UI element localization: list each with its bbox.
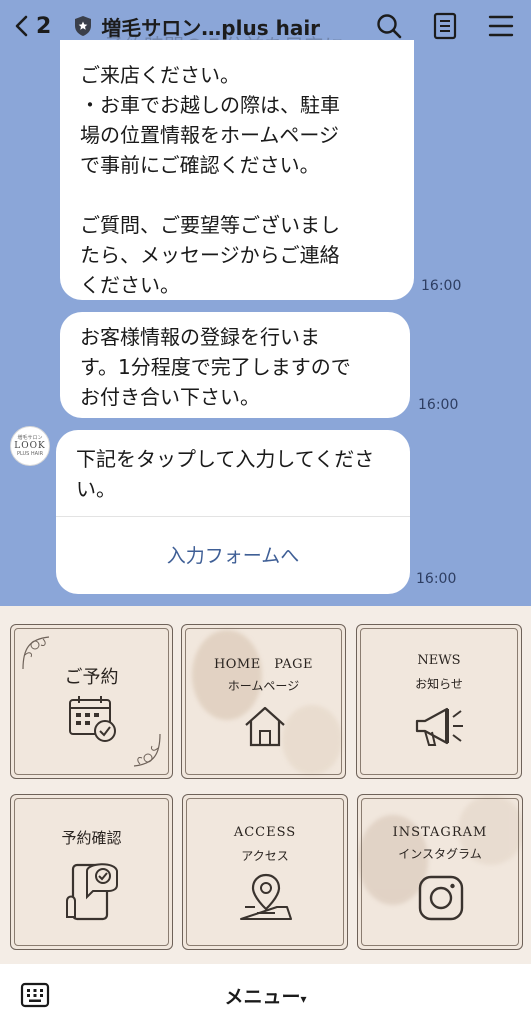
notes-button[interactable] xyxy=(427,8,463,44)
message-timestamp: 16:00 xyxy=(418,397,459,413)
message-timestamp: 16:00 xyxy=(421,278,462,294)
tile-title: ACCESS xyxy=(233,825,297,840)
reservation-tile[interactable]: ご予約 xyxy=(10,624,173,779)
message-line: たら、メッセージからご連絡 xyxy=(80,243,340,267)
megaphone-icon xyxy=(415,707,463,746)
tile-subtitle: アクセス xyxy=(241,849,289,863)
message-timestamp: 16:00 xyxy=(416,571,457,587)
tile-title: ご予約 xyxy=(64,667,119,688)
search-icon xyxy=(377,14,402,39)
message-line: い。 xyxy=(76,477,116,501)
instagram-tile[interactable]: INSTAGRAM インスタグラム xyxy=(357,794,523,950)
map-pin-icon xyxy=(240,873,292,920)
message-bubble[interactable]: お客様情報の登録を行いま す。1分程度で完了しますので お付き合い下さい。 xyxy=(60,312,410,418)
shield-icon xyxy=(75,16,92,36)
background-photo xyxy=(282,705,342,775)
notes-icon xyxy=(433,12,457,40)
input-form-link[interactable]: 入力フォームへ xyxy=(56,517,410,594)
message-line: ください。 xyxy=(80,273,180,297)
ornament-corner-icon xyxy=(133,733,161,767)
search-button[interactable] xyxy=(371,8,407,44)
caret-down-icon: ▾ xyxy=(300,992,307,1006)
avatar-brand-text: LOOK xyxy=(14,441,46,451)
tile-title: INSTAGRAM xyxy=(392,825,488,840)
menu-toggle-button[interactable]: メニュー▾ xyxy=(0,982,531,1009)
message-line: す。1分程度で完了しますので xyxy=(80,355,351,379)
tile-subtitle: お知らせ xyxy=(415,677,463,691)
smartphone-check-icon xyxy=(66,863,118,921)
message-line: ご質問、ご要望等ございまし xyxy=(80,213,340,237)
tile-title: NEWS xyxy=(417,653,461,668)
chevron-left-icon xyxy=(15,15,28,37)
tile-subtitle: ホームページ xyxy=(227,679,300,693)
reservation-check-tile[interactable]: 予約確認 xyxy=(10,794,173,950)
hamburger-icon xyxy=(488,15,514,37)
sender-avatar[interactable]: 増毛サロン LOOK PLUS HAIR xyxy=(10,426,50,466)
chat-header: 2 増毛サロン…plus hair xyxy=(0,0,531,52)
message-line: お付き合い下さい。 xyxy=(80,385,260,409)
tile-title: HOME PAGE xyxy=(213,657,314,672)
hamburger-menu-button[interactable] xyxy=(483,8,519,44)
message-line: お客様情報の登録を行いま xyxy=(80,325,320,349)
message-line: ・お車でお越しの際は、駐車 xyxy=(80,93,340,117)
bottom-bar: メニュー▾ xyxy=(0,964,531,1024)
chat-title-area[interactable]: 増毛サロン…plus hair xyxy=(73,12,320,41)
form-message-card: 下記をタップして入力してくださ い。 入力フォームへ xyxy=(56,430,410,594)
chat-area[interactable]: ・予約時間の５分前を目安に 2 増毛サロン…plus hair ご来店ください。… xyxy=(0,0,531,606)
back-button[interactable]: 2 xyxy=(12,14,51,39)
homepage-tile[interactable]: HOME PAGE ホームページ xyxy=(181,624,346,779)
avatar-sub-text: PLUS HAIR xyxy=(16,451,44,457)
calendar-check-icon xyxy=(69,696,116,742)
message-bubble[interactable]: ご来店ください。 ・お車でお越しの際は、駐車 場の位置情報をホームページ で事前… xyxy=(60,40,414,300)
menu-label: メニュー xyxy=(224,986,301,1008)
chat-title: 増毛サロン…plus hair xyxy=(101,15,321,40)
tile-title: 予約確認 xyxy=(61,829,122,847)
home-icon xyxy=(245,706,285,747)
message-line: 場の位置情報をホームページ xyxy=(80,123,339,147)
unread-count: 2 xyxy=(36,13,52,39)
news-tile[interactable]: NEWS お知らせ xyxy=(356,624,522,779)
access-tile[interactable]: ACCESS アクセス xyxy=(182,794,348,950)
tile-subtitle: インスタグラム xyxy=(398,847,482,861)
message-line: ご来店ください。 xyxy=(80,63,240,87)
message-line: で事前にご確認ください。 xyxy=(80,153,320,177)
instagram-icon xyxy=(418,875,464,921)
rich-menu: ご予約 HOME PAGE ホームページ NEWS お知らせ 予約確認 ACCE… xyxy=(0,606,531,964)
message-line: 下記をタップして入力してくださ xyxy=(76,447,375,471)
